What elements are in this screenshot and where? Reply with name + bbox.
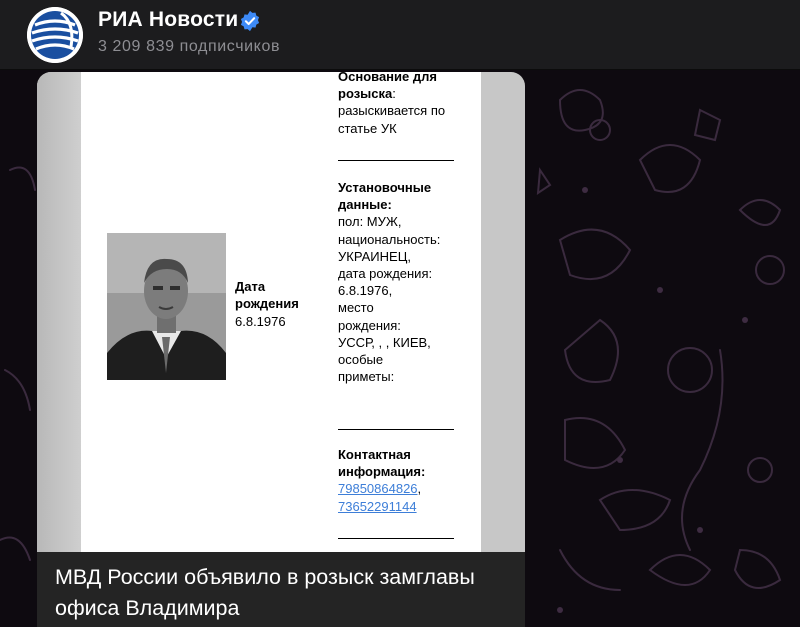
dob-label: Дата рождения bbox=[235, 279, 299, 311]
details-line: рождения: bbox=[338, 317, 401, 333]
phone-link-2[interactable]: 73652291144 bbox=[338, 499, 417, 514]
ria-globe-logo-icon bbox=[27, 7, 83, 63]
reason-text: разыскивается по статье УК bbox=[338, 103, 446, 136]
reason-label: Основание для розыска bbox=[338, 72, 437, 102]
message-caption: МВД России объявило в розыск замглавы оф… bbox=[55, 565, 475, 620]
wanted-person-photo bbox=[107, 233, 226, 380]
details-line: национальность: bbox=[338, 231, 441, 247]
verified-badge-icon bbox=[240, 10, 260, 32]
message-image[interactable]: Дата рождения 6.8.1976 Основание для роз… bbox=[37, 72, 525, 552]
details-line: 6.8.1976, bbox=[338, 283, 393, 299]
chat-header: РИА Новости 3 209 839 подписчиков bbox=[0, 0, 800, 70]
details-line: УССР, , , КИЕВ, bbox=[338, 334, 431, 350]
dob-value: 6.8.1976 bbox=[235, 314, 286, 329]
message-bubble: Дата рождения 6.8.1976 Основание для роз… bbox=[37, 72, 525, 627]
section-divider bbox=[338, 160, 454, 161]
channel-avatar[interactable] bbox=[27, 7, 83, 63]
reason-section: Основание для розыска: разыскивается по … bbox=[338, 72, 478, 137]
phone-link-1[interactable]: 79850864826 bbox=[338, 481, 418, 496]
details-line: УКРАИНЕЦ, bbox=[338, 248, 411, 264]
section-divider bbox=[338, 429, 454, 430]
details-label: Установочные данные: bbox=[338, 180, 432, 213]
contact-label: Контактная информация: bbox=[338, 447, 426, 480]
channel-name[interactable]: РИА Новости bbox=[98, 8, 238, 32]
person-portrait-icon bbox=[107, 233, 226, 380]
details-line: место bbox=[338, 300, 374, 316]
section-divider bbox=[338, 538, 454, 539]
subscriber-count: 3 209 839 подписчиков bbox=[98, 38, 281, 55]
details-line: приметы: bbox=[338, 369, 395, 385]
details-section: Установочные данные: пол: МУЖ, националь… bbox=[338, 179, 478, 385]
contact-section: Контактная информация: 79850864826, 7365… bbox=[338, 446, 478, 515]
details-line: особые bbox=[338, 352, 384, 368]
phone-separator: , bbox=[417, 481, 422, 497]
details-line: пол: МУЖ, bbox=[338, 214, 402, 230]
details-line: дата рождения: bbox=[338, 266, 433, 282]
wanted-document: Дата рождения 6.8.1976 Основание для роз… bbox=[81, 72, 481, 552]
reason-colon: : bbox=[392, 86, 396, 102]
image-shadow bbox=[37, 72, 87, 552]
